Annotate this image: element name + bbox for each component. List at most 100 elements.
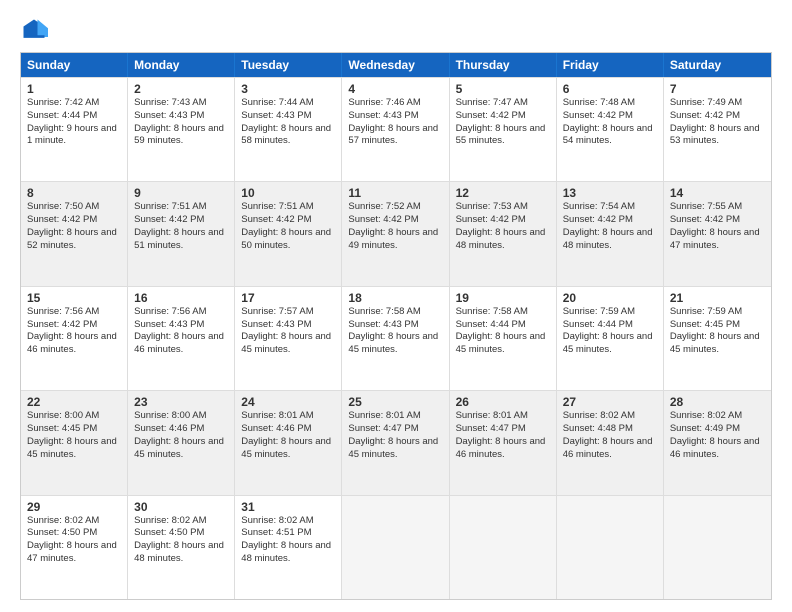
day-cell-31: 31Sunrise: 8:02 AMSunset: 4:51 PMDayligh… [235, 496, 342, 599]
day-cell-3: 3Sunrise: 7:44 AMSunset: 4:43 PMDaylight… [235, 78, 342, 181]
calendar-header: SundayMondayTuesdayWednesdayThursdayFrid… [21, 53, 771, 77]
day-info: Sunrise: 7:44 AMSunset: 4:43 PMDaylight:… [241, 97, 331, 146]
day-cell-24: 24Sunrise: 8:01 AMSunset: 4:46 PMDayligh… [235, 391, 342, 494]
empty-cell [557, 496, 664, 599]
day-number: 2 [134, 82, 228, 96]
day-cell-7: 7Sunrise: 7:49 AMSunset: 4:42 PMDaylight… [664, 78, 771, 181]
day-info: Sunrise: 8:00 AMSunset: 4:46 PMDaylight:… [134, 410, 224, 459]
day-number: 21 [670, 291, 765, 305]
day-info: Sunrise: 7:56 AMSunset: 4:42 PMDaylight:… [27, 306, 117, 355]
header-day-thursday: Thursday [450, 53, 557, 77]
day-number: 31 [241, 500, 335, 514]
day-info: Sunrise: 8:02 AMSunset: 4:50 PMDaylight:… [134, 515, 224, 564]
day-info: Sunrise: 7:57 AMSunset: 4:43 PMDaylight:… [241, 306, 331, 355]
day-number: 14 [670, 186, 765, 200]
day-cell-9: 9Sunrise: 7:51 AMSunset: 4:42 PMDaylight… [128, 182, 235, 285]
day-info: Sunrise: 7:59 AMSunset: 4:44 PMDaylight:… [563, 306, 653, 355]
day-info: Sunrise: 7:54 AMSunset: 4:42 PMDaylight:… [563, 201, 653, 250]
day-number: 25 [348, 395, 442, 409]
day-info: Sunrise: 7:49 AMSunset: 4:42 PMDaylight:… [670, 97, 760, 146]
day-number: 28 [670, 395, 765, 409]
day-info: Sunrise: 7:47 AMSunset: 4:42 PMDaylight:… [456, 97, 546, 146]
header-day-wednesday: Wednesday [342, 53, 449, 77]
day-number: 4 [348, 82, 442, 96]
day-cell-23: 23Sunrise: 8:00 AMSunset: 4:46 PMDayligh… [128, 391, 235, 494]
logo [20, 16, 52, 44]
day-number: 3 [241, 82, 335, 96]
header-day-saturday: Saturday [664, 53, 771, 77]
day-info: Sunrise: 8:01 AMSunset: 4:47 PMDaylight:… [456, 410, 546, 459]
day-info: Sunrise: 7:48 AMSunset: 4:42 PMDaylight:… [563, 97, 653, 146]
day-number: 29 [27, 500, 121, 514]
day-info: Sunrise: 7:46 AMSunset: 4:43 PMDaylight:… [348, 97, 438, 146]
day-number: 9 [134, 186, 228, 200]
day-number: 16 [134, 291, 228, 305]
day-cell-5: 5Sunrise: 7:47 AMSunset: 4:42 PMDaylight… [450, 78, 557, 181]
day-cell-14: 14Sunrise: 7:55 AMSunset: 4:42 PMDayligh… [664, 182, 771, 285]
day-info: Sunrise: 7:43 AMSunset: 4:43 PMDaylight:… [134, 97, 224, 146]
calendar-row-2: 8Sunrise: 7:50 AMSunset: 4:42 PMDaylight… [21, 181, 771, 285]
day-cell-13: 13Sunrise: 7:54 AMSunset: 4:42 PMDayligh… [557, 182, 664, 285]
day-cell-11: 11Sunrise: 7:52 AMSunset: 4:42 PMDayligh… [342, 182, 449, 285]
day-cell-19: 19Sunrise: 7:58 AMSunset: 4:44 PMDayligh… [450, 287, 557, 390]
calendar-row-3: 15Sunrise: 7:56 AMSunset: 4:42 PMDayligh… [21, 286, 771, 390]
day-cell-4: 4Sunrise: 7:46 AMSunset: 4:43 PMDaylight… [342, 78, 449, 181]
empty-cell [342, 496, 449, 599]
day-info: Sunrise: 8:02 AMSunset: 4:50 PMDaylight:… [27, 515, 117, 564]
day-cell-25: 25Sunrise: 8:01 AMSunset: 4:47 PMDayligh… [342, 391, 449, 494]
day-info: Sunrise: 7:52 AMSunset: 4:42 PMDaylight:… [348, 201, 438, 250]
day-number: 5 [456, 82, 550, 96]
day-info: Sunrise: 7:50 AMSunset: 4:42 PMDaylight:… [27, 201, 117, 250]
day-number: 1 [27, 82, 121, 96]
day-number: 26 [456, 395, 550, 409]
day-cell-17: 17Sunrise: 7:57 AMSunset: 4:43 PMDayligh… [235, 287, 342, 390]
day-number: 24 [241, 395, 335, 409]
day-number: 10 [241, 186, 335, 200]
day-info: Sunrise: 7:58 AMSunset: 4:43 PMDaylight:… [348, 306, 438, 355]
day-cell-8: 8Sunrise: 7:50 AMSunset: 4:42 PMDaylight… [21, 182, 128, 285]
day-info: Sunrise: 8:01 AMSunset: 4:47 PMDaylight:… [348, 410, 438, 459]
day-number: 12 [456, 186, 550, 200]
day-cell-29: 29Sunrise: 8:02 AMSunset: 4:50 PMDayligh… [21, 496, 128, 599]
day-number: 19 [456, 291, 550, 305]
day-info: Sunrise: 8:02 AMSunset: 4:48 PMDaylight:… [563, 410, 653, 459]
day-number: 11 [348, 186, 442, 200]
day-cell-15: 15Sunrise: 7:56 AMSunset: 4:42 PMDayligh… [21, 287, 128, 390]
day-info: Sunrise: 8:02 AMSunset: 4:49 PMDaylight:… [670, 410, 760, 459]
day-cell-10: 10Sunrise: 7:51 AMSunset: 4:42 PMDayligh… [235, 182, 342, 285]
day-info: Sunrise: 7:56 AMSunset: 4:43 PMDaylight:… [134, 306, 224, 355]
day-info: Sunrise: 7:51 AMSunset: 4:42 PMDaylight:… [241, 201, 331, 250]
calendar: SundayMondayTuesdayWednesdayThursdayFrid… [20, 52, 772, 600]
day-cell-12: 12Sunrise: 7:53 AMSunset: 4:42 PMDayligh… [450, 182, 557, 285]
day-cell-16: 16Sunrise: 7:56 AMSunset: 4:43 PMDayligh… [128, 287, 235, 390]
day-info: Sunrise: 7:55 AMSunset: 4:42 PMDaylight:… [670, 201, 760, 250]
empty-cell [664, 496, 771, 599]
calendar-row-1: 1Sunrise: 7:42 AMSunset: 4:44 PMDaylight… [21, 77, 771, 181]
day-cell-27: 27Sunrise: 8:02 AMSunset: 4:48 PMDayligh… [557, 391, 664, 494]
page-header [20, 16, 772, 44]
day-number: 17 [241, 291, 335, 305]
day-number: 20 [563, 291, 657, 305]
day-cell-20: 20Sunrise: 7:59 AMSunset: 4:44 PMDayligh… [557, 287, 664, 390]
day-number: 7 [670, 82, 765, 96]
day-info: Sunrise: 8:01 AMSunset: 4:46 PMDaylight:… [241, 410, 331, 459]
day-number: 30 [134, 500, 228, 514]
day-number: 13 [563, 186, 657, 200]
day-number: 15 [27, 291, 121, 305]
day-info: Sunrise: 8:00 AMSunset: 4:45 PMDaylight:… [27, 410, 117, 459]
header-day-friday: Friday [557, 53, 664, 77]
calendar-row-5: 29Sunrise: 8:02 AMSunset: 4:50 PMDayligh… [21, 495, 771, 599]
empty-cell [450, 496, 557, 599]
day-cell-18: 18Sunrise: 7:58 AMSunset: 4:43 PMDayligh… [342, 287, 449, 390]
day-cell-1: 1Sunrise: 7:42 AMSunset: 4:44 PMDaylight… [21, 78, 128, 181]
day-number: 23 [134, 395, 228, 409]
day-info: Sunrise: 7:53 AMSunset: 4:42 PMDaylight:… [456, 201, 546, 250]
day-cell-26: 26Sunrise: 8:01 AMSunset: 4:47 PMDayligh… [450, 391, 557, 494]
calendar-row-4: 22Sunrise: 8:00 AMSunset: 4:45 PMDayligh… [21, 390, 771, 494]
header-day-tuesday: Tuesday [235, 53, 342, 77]
day-info: Sunrise: 8:02 AMSunset: 4:51 PMDaylight:… [241, 515, 331, 564]
day-info: Sunrise: 7:51 AMSunset: 4:42 PMDaylight:… [134, 201, 224, 250]
logo-icon [20, 16, 48, 44]
day-cell-28: 28Sunrise: 8:02 AMSunset: 4:49 PMDayligh… [664, 391, 771, 494]
day-number: 18 [348, 291, 442, 305]
